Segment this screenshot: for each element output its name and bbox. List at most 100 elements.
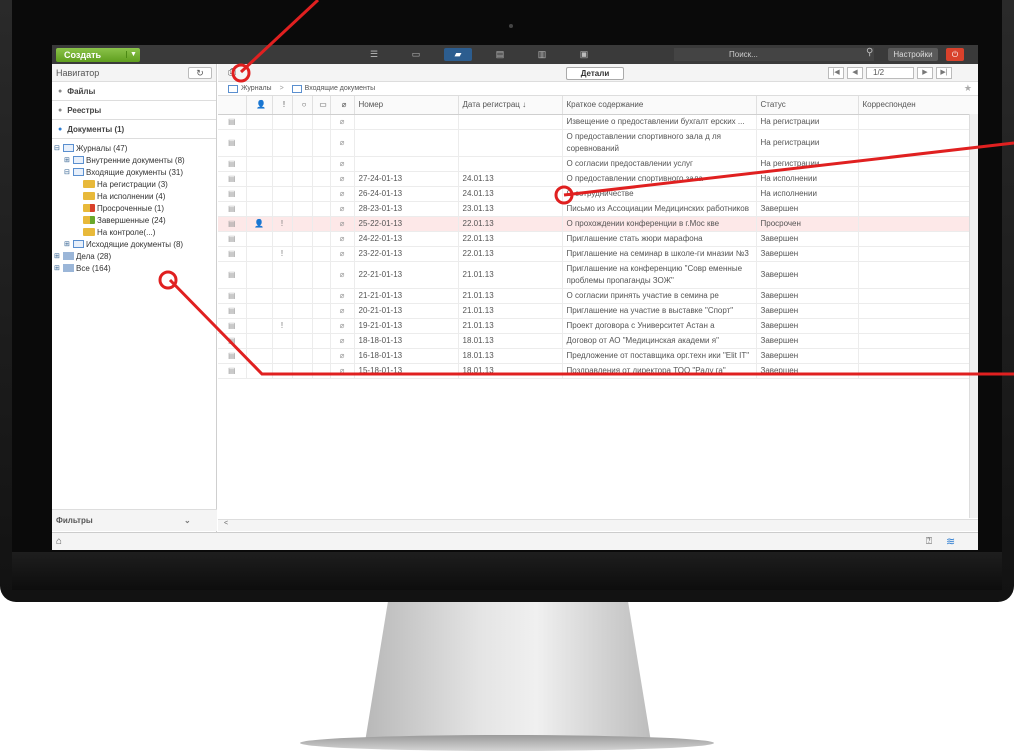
- logout-icon[interactable]: ⏻: [946, 48, 964, 61]
- row-attachment-icon[interactable]: ⌀: [330, 171, 355, 187]
- circle-icon[interactable]: ○: [292, 96, 313, 115]
- table-row[interactable]: ▤ ⌀ О согласии предоставлении услуг На реги…: [218, 156, 978, 172]
- col-type[interactable]: [218, 96, 247, 115]
- search-input[interactable]: Поиск...: [674, 48, 874, 61]
- row-attachment-icon[interactable]: ⌀: [330, 246, 355, 262]
- details-button[interactable]: Детали: [566, 67, 624, 80]
- tree-item[interactable]: На исполнении (4): [52, 190, 216, 202]
- section-documents[interactable]: ● Документы (1): [52, 120, 216, 139]
- col-reg-date[interactable]: Дата регистрац ↓: [458, 96, 563, 115]
- tree-item[interactable]: ⊞ Исходящие документы (8): [52, 238, 216, 250]
- row-attachment-icon[interactable]: ⌀: [330, 186, 355, 202]
- search-icon[interactable]: ⚲: [866, 47, 873, 58]
- table-row[interactable]: ▤ ⌀ 28-23-01-13 23.01.13 Письмо из Ассоциаци…: [218, 201, 978, 217]
- table-row[interactable]: ▤! ⌀ 19-21-01-13 21.01.13 Проект договора с …: [218, 318, 978, 334]
- col-number[interactable]: Номер: [354, 96, 459, 115]
- row-attachment-icon[interactable]: ⌀: [330, 348, 355, 364]
- home-icon[interactable]: ⌂: [56, 536, 62, 547]
- horizontal-scrollbar[interactable]: <: [218, 519, 978, 531]
- create-button[interactable]: Создать ▼: [56, 47, 140, 62]
- breadcrumb-journals[interactable]: Журналы: [228, 84, 272, 93]
- table-row[interactable]: ▤ ⌀ 20-21-01-13 21.01.13 Приглашение на учас…: [218, 303, 978, 319]
- row-attachment-icon[interactable]: ⌀: [330, 129, 355, 157]
- chevron-down-icon[interactable]: ⌄: [184, 516, 191, 525]
- table-row[interactable]: ▤ ⌀ 21-21-01-13 21.01.13 О согласии принять …: [218, 288, 978, 304]
- filters-panel[interactable]: Фильтры ⌄: [52, 509, 217, 531]
- row-attachment-icon[interactable]: ⌀: [330, 231, 355, 247]
- star-icon[interactable]: ★: [964, 83, 972, 94]
- attachment-icon[interactable]: ⌀: [330, 96, 355, 115]
- print-icon[interactable]: ⎙: [228, 67, 242, 79]
- tag-icon[interactable]: ▭: [312, 96, 331, 115]
- row-attachment-icon[interactable]: ⌀: [330, 318, 355, 334]
- journal-icon: [291, 84, 302, 93]
- chart-icon[interactable]: ▥: [528, 48, 556, 61]
- row-empty: [292, 246, 313, 262]
- table-row[interactable]: ▤ ⌀ 18-18-01-13 18.01.13 Договор от АО "Меди…: [218, 333, 978, 349]
- section-registries[interactable]: ● Реестры: [52, 101, 216, 120]
- last-page-icon[interactable]: ▶|: [936, 67, 952, 79]
- tree-item[interactable]: ⊞ Внутренние документы (8): [52, 154, 216, 166]
- tree-item[interactable]: ⊞ Дела (28): [52, 250, 216, 262]
- next-page-icon[interactable]: ▶: [917, 67, 933, 79]
- expand-icon[interactable]: ⊞: [64, 156, 73, 164]
- vertical-scrollbar[interactable]: [969, 114, 978, 518]
- table-row[interactable]: ▤ ⌀ 16-18-01-13 18.01.13 Предложение от пост…: [218, 348, 978, 364]
- first-page-icon[interactable]: |◀: [828, 67, 844, 79]
- sort-desc-icon[interactable]: ↓: [522, 100, 526, 109]
- tree-item[interactable]: ⊟ Журналы (47): [52, 142, 216, 154]
- row-attachment-icon[interactable]: ⌀: [330, 303, 355, 319]
- row-attachment-icon[interactable]: ⌀: [330, 363, 355, 379]
- scroll-left-icon[interactable]: <: [224, 520, 228, 527]
- collapse-icon[interactable]: ⊟: [64, 168, 73, 176]
- row-empty: [312, 261, 331, 289]
- list-view-icon[interactable]: ☰: [360, 48, 388, 61]
- prev-page-icon[interactable]: ◀: [847, 67, 863, 79]
- tree-item[interactable]: ⊞ Все (164): [52, 262, 216, 274]
- col-correspondent[interactable]: Корреспонден: [858, 96, 978, 115]
- image-icon[interactable]: ▣: [570, 48, 598, 61]
- calendar-icon[interactable]: ▭: [402, 48, 430, 61]
- table-row[interactable]: ▤ ⌀ 22-21-01-13 21.01.13 Приглашение на конф…: [218, 261, 978, 289]
- table-row[interactable]: ▤ ⌀ 15-18-01-13 18.01.13 Поздравления от дир…: [218, 363, 978, 379]
- row-attachment-icon[interactable]: ⌀: [330, 288, 355, 304]
- expand-icon[interactable]: ⊞: [54, 264, 63, 272]
- document-icon[interactable]: ▤: [486, 48, 514, 61]
- folder-view-icon[interactable]: ▰: [444, 48, 472, 61]
- table-row[interactable]: ▤! ⌀ 23-22-01-13 22.01.13 Приглашение на сем…: [218, 246, 978, 262]
- table-row[interactable]: ▤ ⌀ 27-24-01-13 24.01.13 О предоставлении сп…: [218, 171, 978, 187]
- breadcrumb-incoming[interactable]: Входящие документы: [291, 84, 375, 93]
- settings-button[interactable]: Настройки: [888, 48, 938, 61]
- section-files[interactable]: ● Файлы: [52, 82, 216, 101]
- col-summary[interactable]: Краткое содержание: [562, 96, 757, 115]
- expand-icon[interactable]: ⊞: [64, 240, 73, 248]
- row-attachment-icon[interactable]: ⌀: [330, 261, 355, 289]
- tree-item-label: На исполнении (4): [97, 191, 166, 201]
- tree-item[interactable]: На регистрации (3): [52, 178, 216, 190]
- table-row[interactable]: ▤ ⌀ Извещение о предоставлении бухгалт ерс…: [218, 114, 978, 130]
- row-attachment-icon[interactable]: ⌀: [330, 156, 355, 172]
- row-attachment-icon[interactable]: ⌀: [330, 333, 355, 349]
- tree-item[interactable]: На контроле(...): [52, 226, 216, 238]
- user-icon[interactable]: 👤: [246, 96, 273, 115]
- refresh-icon[interactable]: ↻: [188, 67, 212, 79]
- cell-number: 28-23-01-13: [354, 201, 459, 217]
- collapse-icon[interactable]: ⊟: [54, 144, 63, 152]
- table-row[interactable]: ▤ 👤! ⌀ 25-22-01-13 22.01.13 О прохождении кон…: [218, 216, 978, 232]
- col-status[interactable]: Статус: [756, 96, 859, 115]
- tree-item[interactable]: ⊟ Входящие документы (31): [52, 166, 216, 178]
- tree-item[interactable]: Просроченные (1): [52, 202, 216, 214]
- row-attachment-icon[interactable]: ⌀: [330, 114, 355, 130]
- help-icon[interactable]: ⍰: [926, 536, 932, 547]
- row-attachment-icon[interactable]: ⌀: [330, 216, 355, 232]
- table-row[interactable]: ▤ ⌀ 24-22-01-13 22.01.13 Приглашение стать ж…: [218, 231, 978, 247]
- chevron-down-icon[interactable]: ▼: [126, 51, 140, 58]
- page-select[interactable]: 1/2: [866, 67, 914, 79]
- table-row[interactable]: ▤ ⌀ 26-24-01-13 24.01.13 О сотрудничестве На …: [218, 186, 978, 202]
- priority-icon[interactable]: !: [272, 96, 293, 115]
- expand-icon[interactable]: ⊞: [54, 252, 63, 260]
- cell-summary: Договор от АО "Медицинская академи я": [562, 333, 757, 349]
- row-attachment-icon[interactable]: ⌀: [330, 201, 355, 217]
- table-row[interactable]: ▤ ⌀ О предоставлении спортивного зала д ля…: [218, 129, 978, 157]
- tree-item[interactable]: Завершенные (24): [52, 214, 216, 226]
